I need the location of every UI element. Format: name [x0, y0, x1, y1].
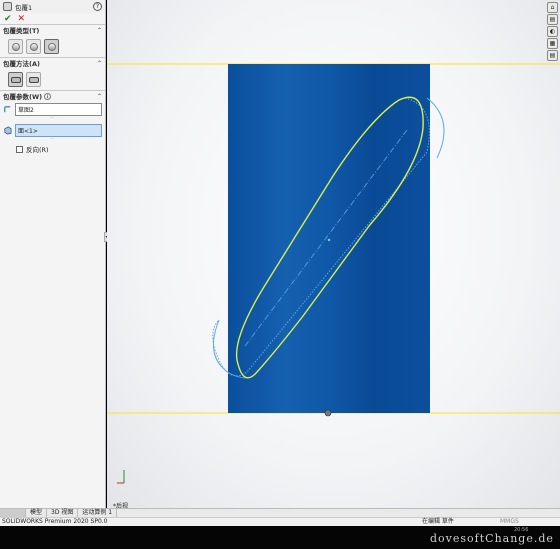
model-scene: [107, 63, 560, 484]
status-bar: SOLIDWORKS Premium 2020 SP0.0 在编辑 草件 MMG…: [0, 517, 560, 526]
scribe-icon: [48, 42, 56, 51]
task-pane: ⌂ ▤ ◐ ▦ ▤: [547, 2, 558, 61]
chevron-up-icon[interactable]: ⌃: [97, 60, 102, 67]
deboss-icon: [30, 42, 38, 51]
deboss-button[interactable]: [26, 38, 41, 54]
feature-title-row: 包覆1 ?: [0, 0, 105, 13]
section-wrap-params-label: 包覆参数(W): [3, 93, 43, 101]
chevron-up-icon[interactable]: ⌃: [97, 27, 102, 34]
tab-motion-study[interactable]: 运动算例 1: [78, 509, 118, 517]
spline-surface-icon: [29, 76, 39, 83]
analytical-button[interactable]: [8, 71, 23, 87]
cylinder-body[interactable]: [228, 64, 430, 413]
reverse-row: 反向(R): [0, 143, 105, 155]
graphics-viewport[interactable]: ⌂ ▤ ◐ ▦ ▤: [107, 0, 560, 508]
emboss-icon: [12, 42, 20, 51]
spline-surface-button[interactable]: [26, 71, 41, 87]
action-row: ✔ ✕: [0, 13, 105, 24]
section-wrap-type[interactable]: 包覆类型(T) ⌃: [0, 24, 105, 35]
slot-midpoint: [327, 238, 331, 242]
sketch-icon: [4, 106, 11, 113]
reverse-checkbox[interactable]: [16, 145, 23, 153]
face-field[interactable]: 面<1>: [15, 124, 102, 137]
emboss-button[interactable]: [8, 38, 23, 54]
wrap-feature-icon: [3, 2, 12, 11]
face-icon: [4, 126, 12, 135]
ok-button[interactable]: ✔: [4, 14, 12, 24]
help-icon[interactable]: ?: [93, 2, 102, 11]
status-editing: 在编辑 草件: [422, 518, 454, 525]
wrap-method-buttons: [0, 68, 105, 90]
file-explorer-icon[interactable]: ▤: [547, 50, 558, 61]
library-icon[interactable]: ▦: [547, 38, 558, 49]
reverse-label: 反向(R): [26, 146, 49, 154]
bottom-tabs: 模型 3D 视图 运动算例 1: [0, 508, 560, 517]
wrap-type-buttons: [0, 35, 105, 57]
home-icon[interactable]: ⌂: [547, 2, 558, 13]
section-wrap-type-label: 包覆类型(T): [3, 27, 40, 35]
chevron-up-icon[interactable]: ⌃: [97, 93, 102, 100]
info-icon: i: [44, 92, 52, 100]
feature-title: 包覆1: [15, 3, 33, 12]
scribe-button[interactable]: [44, 38, 59, 54]
origin-marker: [324, 409, 332, 417]
resources-icon[interactable]: ▤: [547, 14, 558, 25]
sketch-field-row: 草图2: [0, 101, 105, 116]
cancel-button[interactable]: ✕: [18, 14, 26, 24]
tab-nav[interactable]: [0, 509, 26, 517]
face-field-row: 面<1>: [0, 122, 105, 137]
property-manager: 包覆1 ? ✔ ✕ 包覆类型(T) ⌃ 包覆方法(A) ⌃ 包覆参数(W) i …: [0, 0, 106, 508]
tab-3d-view[interactable]: 3D 视图: [47, 509, 79, 517]
status-units[interactable]: MMGS: [500, 518, 519, 526]
analytical-icon: [11, 76, 21, 83]
status-app-name: SOLIDWORKS Premium 2020 SP0.0: [2, 518, 108, 525]
section-wrap-params[interactable]: 包覆参数(W) i ⌃: [0, 90, 105, 101]
section-wrap-method-label: 包覆方法(A): [3, 60, 40, 68]
section-wrap-method[interactable]: 包覆方法(A) ⌃: [0, 57, 105, 68]
tab-model[interactable]: 模型: [26, 509, 48, 517]
sketch-field[interactable]: 草图2: [15, 103, 102, 116]
appearance-icon[interactable]: ◐: [547, 26, 558, 37]
watermark-text: dovesoftChange.de: [430, 532, 554, 545]
